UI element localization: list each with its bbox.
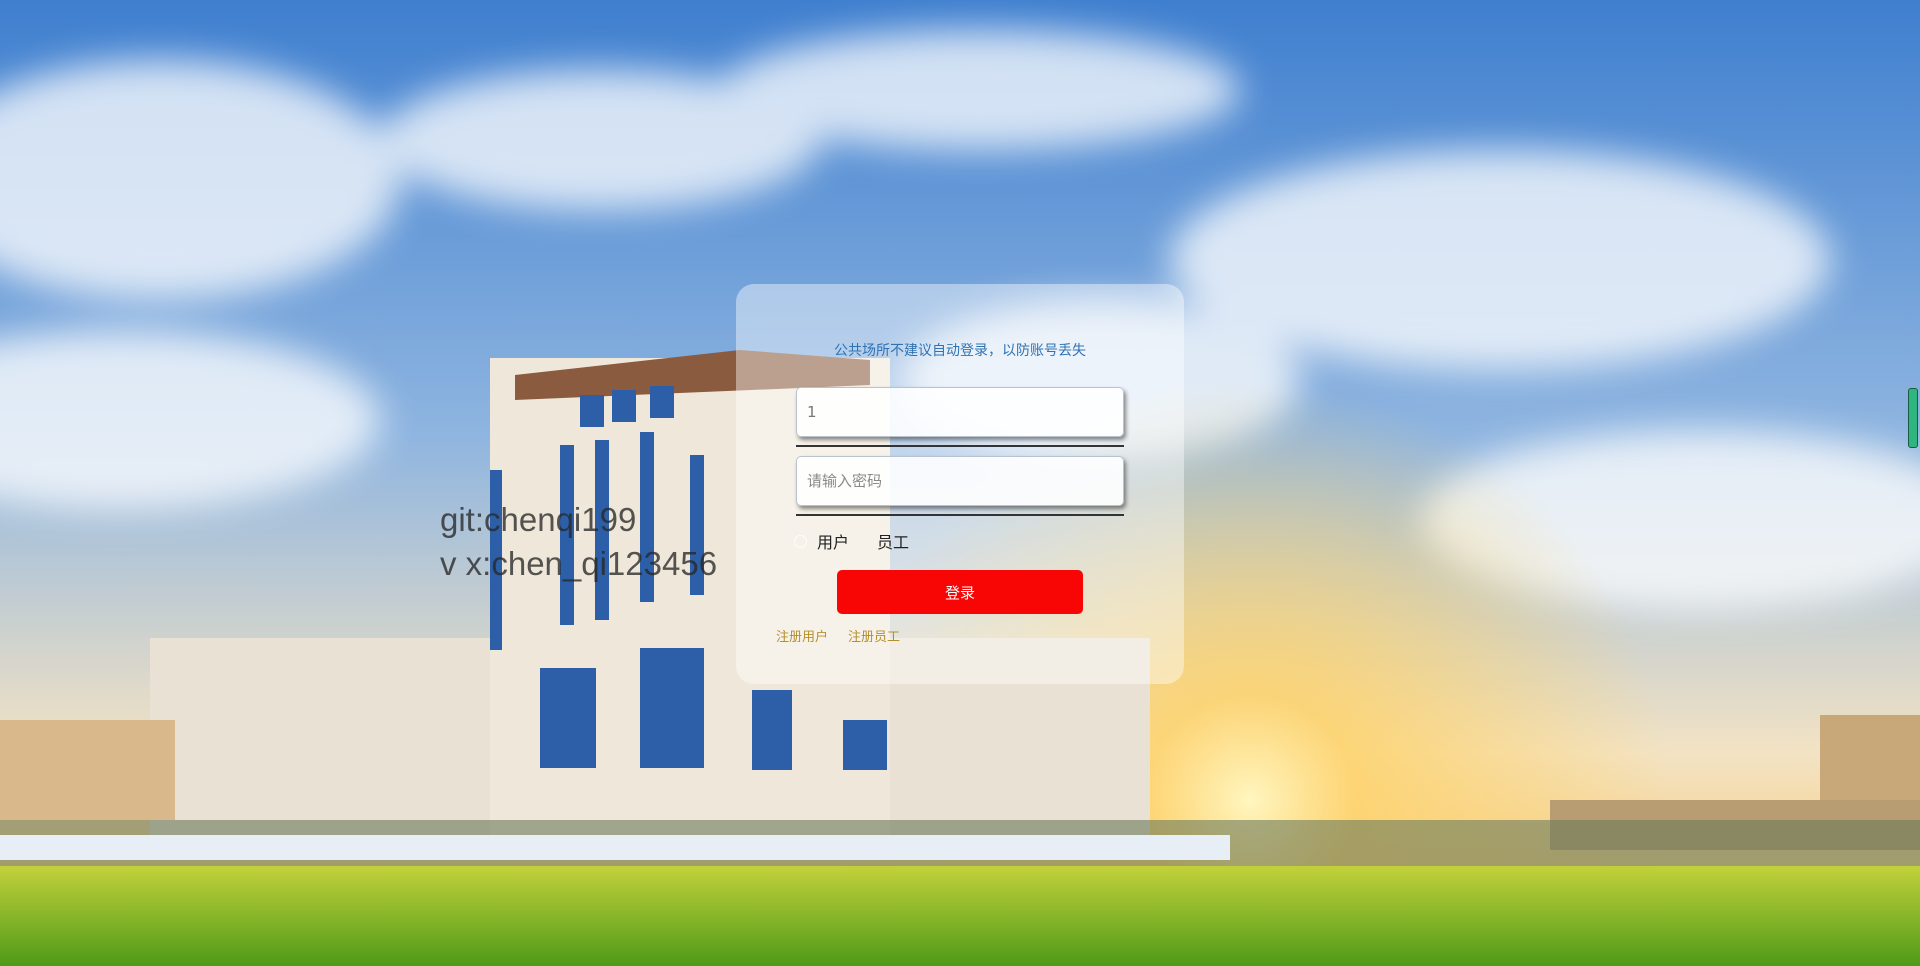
watermark-git: git:chenqi199 <box>440 501 637 538</box>
watermark-wechat: v x:chen_qi123456 <box>440 545 718 582</box>
register-links: 注册用户 注册员工 <box>776 626 920 645</box>
password-input[interactable] <box>796 456 1124 506</box>
register-staff-link[interactable]: 注册员工 <box>848 626 900 645</box>
role-selector: 用户 员工 <box>794 529 937 553</box>
watermark-text: git:chenqi199 v x:chen_qi123456 <box>440 498 717 586</box>
auto-login-notice: 公共场所不建议自动登录，以防账号丢失 <box>834 343 1086 359</box>
username-underline <box>796 445 1124 447</box>
password-underline <box>796 514 1124 516</box>
login-panel: 公共场所不建议自动登录，以防账号丢失 用户 员工 登录 注册用户 注册员工 <box>736 284 1184 684</box>
role-user-label[interactable]: 用户 <box>817 529 849 553</box>
password-field-wrap <box>796 456 1124 516</box>
role-user-radio[interactable] <box>794 534 807 548</box>
username-input[interactable] <box>796 387 1124 437</box>
side-scroll-handle[interactable] <box>1908 388 1918 448</box>
role-staff-label[interactable]: 员工 <box>877 529 909 553</box>
login-button[interactable]: 登录 <box>837 570 1083 614</box>
register-user-link[interactable]: 注册用户 <box>776 626 828 645</box>
username-field-wrap <box>796 387 1124 447</box>
